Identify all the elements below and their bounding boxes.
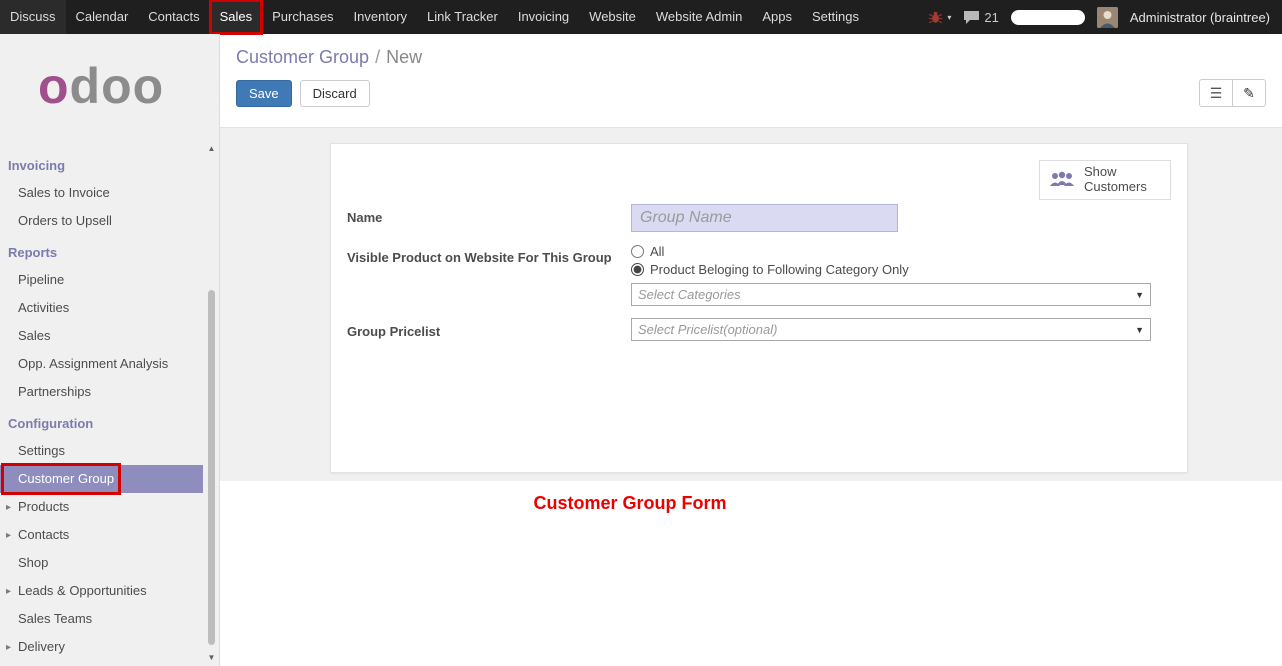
topbar-item-inventory[interactable]: Inventory bbox=[344, 0, 417, 34]
annotation-text: Customer Group Form bbox=[400, 493, 860, 514]
categories-placeholder: Select Categories bbox=[638, 287, 1135, 302]
sidebar-item-opp-assignment-analysis[interactable]: Opp. Assignment Analysis bbox=[0, 350, 203, 378]
save-button[interactable]: Save bbox=[236, 80, 292, 107]
systray-widget[interactable] bbox=[1011, 10, 1085, 25]
odoo-logo: odoo bbox=[0, 34, 219, 112]
sidebar-item-contacts[interactable]: ▸ Contacts bbox=[0, 521, 203, 549]
breadcrumb-customer-group[interactable]: Customer Group bbox=[236, 47, 369, 67]
radio-category-option[interactable]: Product Beloging to Following Category O… bbox=[631, 262, 1151, 277]
customers-icon bbox=[1048, 170, 1076, 190]
debug-menu[interactable]: ▾ bbox=[928, 11, 951, 24]
messages-menu[interactable]: 21 bbox=[963, 10, 998, 25]
form-fields: Name Visible Product on Website For This… bbox=[347, 204, 1171, 341]
customer-group-form-card: Show Customers Name Visible Product on W… bbox=[330, 143, 1188, 473]
list-view-button[interactable]: ☰ bbox=[1199, 79, 1233, 107]
topbar-systray: ▾ 21 Administrator (braintree) bbox=[928, 0, 1282, 34]
sidebar-item-settings[interactable]: Settings bbox=[0, 437, 203, 465]
sidebar-item-sales-to-invoice[interactable]: Sales to Invoice bbox=[0, 179, 203, 207]
topbar-item-invoicing[interactable]: Invoicing bbox=[508, 0, 579, 34]
control-panel: Customer Group / New Save Discard ☰ ✎ bbox=[220, 34, 1282, 128]
sidebar-section-configuration[interactable]: Configuration bbox=[0, 406, 203, 437]
scrollbar-thumb[interactable] bbox=[208, 290, 215, 645]
sidebar-item-shop[interactable]: Shop bbox=[0, 549, 203, 577]
group-name-input[interactable] bbox=[631, 204, 898, 232]
chevron-down-icon: ▼ bbox=[1135, 325, 1144, 335]
breadcrumb-separator: / bbox=[375, 47, 380, 67]
form-view-icon: ✎ bbox=[1243, 85, 1255, 102]
breadcrumb: Customer Group / New bbox=[236, 45, 1266, 69]
radio-all-input[interactable] bbox=[631, 245, 644, 258]
categories-select[interactable]: Select Categories ▼ bbox=[631, 283, 1151, 306]
sidebar-item-activities[interactable]: Activities bbox=[0, 294, 203, 322]
show-customers-label: Show Customers bbox=[1084, 165, 1150, 195]
pricelist-placeholder: Select Pricelist(optional) bbox=[638, 322, 1135, 337]
sidebar-item-leads-opportunities[interactable]: ▸ Leads & Opportunities bbox=[0, 577, 203, 605]
sidebar-menu: Invoicing Sales to Invoice Orders to Ups… bbox=[0, 148, 219, 661]
expand-caret-icon: ▸ bbox=[6, 584, 11, 600]
scroll-down-icon[interactable]: ▼ bbox=[205, 653, 218, 662]
topbar-item-sales[interactable]: Sales bbox=[210, 0, 263, 34]
chevron-down-icon: ▼ bbox=[1135, 290, 1144, 300]
main-content: Customer Group / New Save Discard ☰ ✎ bbox=[220, 34, 1282, 666]
topbar-item-website-admin[interactable]: Website Admin bbox=[646, 0, 752, 34]
visible-products-row: Visible Product on Website For This Grou… bbox=[347, 244, 1171, 306]
form-sheet-background: Show Customers Name Visible Product on W… bbox=[220, 128, 1282, 481]
sidebar-item-orders-to-upsell[interactable]: Orders to Upsell bbox=[0, 207, 203, 235]
expand-caret-icon: ▸ bbox=[6, 500, 11, 516]
topbar: Discuss Calendar Contacts Sales Purchase… bbox=[0, 0, 1282, 34]
group-pricelist-label: Group Pricelist bbox=[347, 318, 631, 341]
topbar-item-discuss[interactable]: Discuss bbox=[0, 0, 66, 34]
avatar[interactable] bbox=[1097, 7, 1118, 28]
show-customers-button[interactable]: Show Customers bbox=[1039, 160, 1171, 200]
topbar-item-contacts[interactable]: Contacts bbox=[138, 0, 209, 34]
topbar-item-apps[interactable]: Apps bbox=[752, 0, 802, 34]
scroll-up-icon[interactable]: ▲ bbox=[205, 144, 218, 153]
sidebar-item-label: Delivery bbox=[18, 639, 65, 654]
radio-category-label: Product Beloging to Following Category O… bbox=[650, 262, 909, 277]
sidebar-section-invoicing[interactable]: Invoicing bbox=[0, 148, 203, 179]
topbar-item-calendar[interactable]: Calendar bbox=[66, 0, 139, 34]
expand-caret-icon: ▸ bbox=[6, 528, 11, 544]
radio-all-option[interactable]: All bbox=[631, 244, 1151, 259]
user-menu[interactable]: Administrator (braintree) bbox=[1130, 10, 1270, 25]
bug-icon bbox=[928, 11, 943, 24]
topbar-item-purchases[interactable]: Purchases bbox=[262, 0, 343, 34]
sidebar-item-sales-teams[interactable]: Sales Teams bbox=[0, 605, 203, 633]
topbar-item-link-tracker[interactable]: Link Tracker bbox=[417, 0, 508, 34]
radio-all-label: All bbox=[650, 244, 664, 259]
chat-icon bbox=[963, 10, 980, 24]
sidebar-item-label: Customer Group bbox=[18, 471, 114, 486]
sidebar-item-products[interactable]: ▸ Products bbox=[0, 493, 203, 521]
radio-category-input[interactable] bbox=[631, 263, 644, 276]
sidebar-scrollbar: ▲ ▼ bbox=[205, 142, 218, 666]
sidebar-item-pipeline[interactable]: Pipeline bbox=[0, 266, 203, 294]
pricelist-row: Group Pricelist Select Pricelist(optiona… bbox=[347, 318, 1171, 341]
below-sheet-area: Customer Group Form bbox=[220, 481, 1282, 514]
sidebar-item-sales-report[interactable]: Sales bbox=[0, 322, 203, 350]
sidebar-item-label: Contacts bbox=[18, 527, 69, 542]
breadcrumb-new: New bbox=[386, 47, 422, 67]
name-label: Name bbox=[347, 204, 631, 232]
discard-button[interactable]: Discard bbox=[300, 80, 370, 107]
topbar-item-settings[interactable]: Settings bbox=[802, 0, 869, 34]
list-view-icon: ☰ bbox=[1210, 85, 1223, 102]
sidebar-item-partnerships[interactable]: Partnerships bbox=[0, 378, 203, 406]
sidebar: odoo Invoicing Sales to Invoice Orders t… bbox=[0, 34, 220, 666]
sidebar-item-customer-group[interactable]: Customer Group bbox=[0, 465, 203, 493]
sidebar-item-label: Products bbox=[18, 499, 69, 514]
sidebar-section-reports[interactable]: Reports bbox=[0, 235, 203, 266]
name-row: Name bbox=[347, 204, 1171, 232]
visible-products-label: Visible Product on Website For This Grou… bbox=[347, 244, 631, 306]
pricelist-select[interactable]: Select Pricelist(optional) ▼ bbox=[631, 318, 1151, 341]
view-switcher: ☰ ✎ bbox=[1199, 79, 1266, 107]
chevron-down-icon: ▾ bbox=[947, 13, 951, 22]
control-panel-buttons: Save Discard ☰ ✎ bbox=[236, 79, 1266, 107]
message-count: 21 bbox=[984, 10, 998, 25]
sidebar-item-delivery[interactable]: ▸ Delivery bbox=[0, 633, 203, 661]
expand-caret-icon: ▸ bbox=[6, 640, 11, 656]
form-view-button[interactable]: ✎ bbox=[1232, 79, 1266, 107]
topbar-item-website[interactable]: Website bbox=[579, 0, 646, 34]
sidebar-item-label: Leads & Opportunities bbox=[18, 583, 147, 598]
